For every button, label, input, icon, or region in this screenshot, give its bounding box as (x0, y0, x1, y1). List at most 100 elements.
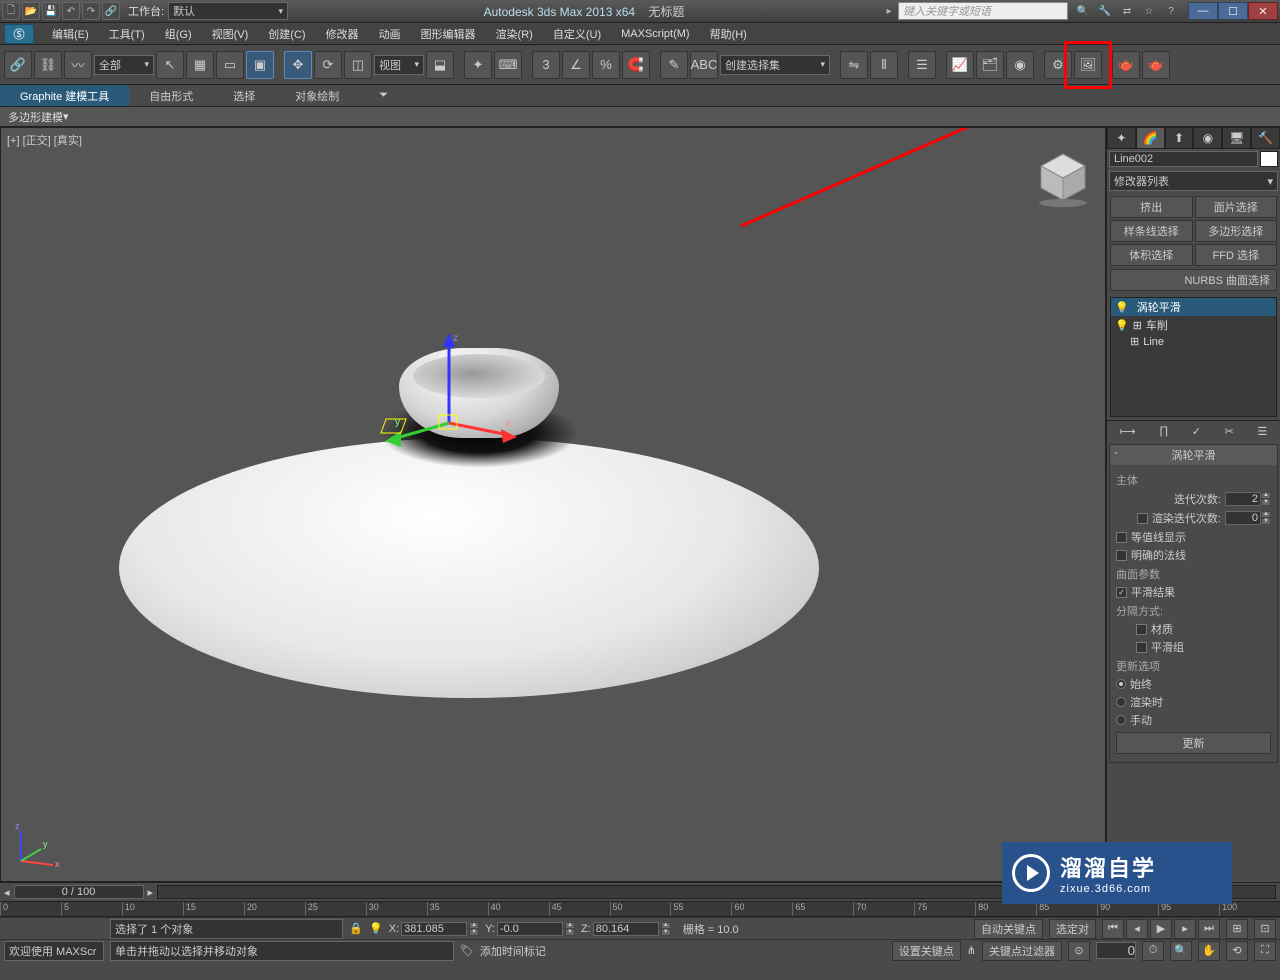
app-menu-button[interactable]: Ⓢ (4, 24, 34, 44)
link-icon[interactable]: 🔗 (102, 2, 120, 20)
key-mode-icon[interactable]: ⊙ (1068, 941, 1090, 961)
key-filters-icon[interactable]: ⋔ (967, 944, 976, 957)
coord-x-input[interactable] (401, 922, 467, 936)
exchange-icon[interactable]: ⇄ (1118, 2, 1136, 20)
remove-mod-icon[interactable]: ✂ (1225, 425, 1234, 438)
manipulate-icon[interactable]: ✦ (464, 51, 492, 79)
redo-icon[interactable]: ↷ (82, 2, 100, 20)
sel-btn-volume[interactable]: 体积选择 (1110, 244, 1193, 266)
minimize-button[interactable]: — (1188, 2, 1218, 20)
goto-start-icon[interactable]: ⏮ (1102, 919, 1124, 939)
menu-group[interactable]: 组(G) (155, 26, 202, 42)
viewcube[interactable] (1033, 148, 1093, 208)
sel-btn-poly[interactable]: 多边形选择 (1195, 220, 1278, 242)
prev-frame-icon[interactable]: ◂ (1126, 919, 1148, 939)
time-config-icon[interactable]: ⏱ (1142, 941, 1164, 961)
timeline-next-icon[interactable]: ▸ (148, 886, 154, 899)
ribbon-tab-graphite[interactable]: Graphite 建模工具 (0, 85, 129, 106)
menu-create[interactable]: 创建(C) (258, 26, 315, 42)
render-setup-icon[interactable]: ⚙ (1044, 51, 1072, 79)
select-icon[interactable]: ↖ (156, 51, 184, 79)
selected-dropdown[interactable]: 选定对 (1049, 919, 1096, 939)
menu-help[interactable]: 帮助(H) (700, 26, 757, 42)
arrow-icon[interactable]: ▸ (880, 2, 898, 20)
named-sel-icon[interactable]: ABC (690, 51, 718, 79)
show-result-icon[interactable]: ∏ (1159, 425, 1168, 438)
bind-spacewarp-icon[interactable]: 〰 (64, 51, 92, 79)
rollout-header[interactable]: -涡轮平滑 (1110, 445, 1277, 465)
snap-toggle-icon[interactable]: 3 (532, 51, 560, 79)
sel-btn-nurbs[interactable]: NURBS 曲面选择 (1110, 269, 1277, 291)
orbit-icon[interactable]: ⟲ (1226, 941, 1248, 961)
window-crossing-icon[interactable]: ▣ (246, 51, 274, 79)
ribbon-expand-icon[interactable]: ⏷ (359, 85, 408, 106)
link-icon[interactable]: 🔗 (4, 51, 32, 79)
time-tag-icon[interactable]: 🏷 (460, 944, 474, 957)
rotate-icon[interactable]: ⟳ (314, 51, 342, 79)
move-icon[interactable]: ✥ (284, 51, 312, 79)
display-tab-icon[interactable]: 🖥 (1222, 127, 1251, 149)
add-time-tag[interactable]: 添加时间标记 (480, 943, 546, 959)
sel-btn-spline[interactable]: 样条线选择 (1110, 220, 1193, 242)
update-always-radio[interactable] (1116, 679, 1126, 689)
save-icon[interactable]: 💾 (42, 2, 60, 20)
help-icon[interactable]: ? (1162, 2, 1180, 20)
angle-snap-icon[interactable]: ∠ (562, 51, 590, 79)
menu-tools[interactable]: 工具(T) (99, 26, 155, 42)
update-manual-radio[interactable] (1116, 715, 1126, 725)
goto-end-icon[interactable]: ⏭ (1198, 919, 1220, 939)
pivot-icon[interactable]: ⬓ (426, 51, 454, 79)
sel-btn-extrude[interactable]: 挤出 (1110, 196, 1193, 218)
viewport-label[interactable]: [+] [正交] [真实] (7, 132, 82, 148)
utilities-tab-icon[interactable]: 🔨 (1251, 127, 1280, 149)
named-selection-dropdown[interactable]: 创建选择集 (720, 55, 830, 75)
render-iters-spinner[interactable]: ▲▼ (1225, 511, 1271, 525)
max-toggle-icon[interactable]: ⛶ (1254, 941, 1276, 961)
search-icon[interactable]: 🔍 (1074, 2, 1092, 20)
viewport-nav2-icon[interactable]: ⊡ (1254, 919, 1276, 939)
menu-animation[interactable]: 动画 (369, 26, 411, 42)
motion-tab-icon[interactable]: ◉ (1193, 127, 1222, 149)
maxscript-listener[interactable]: 欢迎使用 MAXScr (4, 941, 104, 961)
star-icon[interactable]: ☆ (1140, 2, 1158, 20)
render-production-icon[interactable]: 🫖 (1112, 51, 1140, 79)
new-icon[interactable]: 🗋 (2, 2, 20, 20)
hierarchy-tab-icon[interactable]: ⬆ (1165, 127, 1194, 149)
unlink-icon[interactable]: ⛓ (34, 51, 62, 79)
menu-edit[interactable]: 编辑(E) (42, 26, 99, 42)
set-key-button[interactable]: 设置关键点 (892, 941, 961, 961)
selection-filter-dropdown[interactable]: 全部 (94, 55, 154, 75)
mirror-icon[interactable]: ⇋ (840, 51, 868, 79)
ref-coord-dropdown[interactable]: 视图 (374, 55, 424, 75)
auto-key-button[interactable]: 自动关键点 (974, 919, 1043, 939)
select-by-name-icon[interactable]: ▦ (186, 51, 214, 79)
select-region-icon[interactable]: ▭ (216, 51, 244, 79)
play-icon[interactable]: ▶ (1150, 919, 1172, 939)
menu-views[interactable]: 视图(V) (202, 26, 259, 42)
update-button[interactable]: 更新 (1116, 732, 1271, 754)
percent-snap-icon[interactable]: % (592, 51, 620, 79)
isoline-checkbox[interactable] (1116, 532, 1127, 543)
pin-stack-icon[interactable]: ⟼ (1120, 425, 1136, 438)
menu-modifiers[interactable]: 修改器 (316, 26, 369, 42)
timeline-prev-icon[interactable]: ◂ (4, 886, 10, 899)
lock-icon[interactable]: 🔒 (349, 922, 363, 935)
sel-btn-ffd[interactable]: FFD 选择 (1195, 244, 1278, 266)
create-tab-icon[interactable]: ✦ (1107, 127, 1136, 149)
isolate-icon[interactable]: 💡 (369, 922, 383, 935)
viewport[interactable]: [+] [正交] [真实] z x y (0, 127, 1106, 882)
coord-y-input[interactable] (497, 922, 563, 936)
render-iterative-icon[interactable]: 🫖 (1142, 51, 1170, 79)
current-frame-input[interactable] (1096, 942, 1136, 959)
configure-icon[interactable]: ☰ (1257, 425, 1267, 438)
menu-customize[interactable]: 自定义(U) (543, 26, 611, 42)
update-render-radio[interactable] (1116, 697, 1126, 707)
next-frame-icon[interactable]: ▸ (1174, 919, 1196, 939)
materials-checkbox[interactable] (1136, 624, 1147, 635)
menu-graph-editors[interactable]: 图形编辑器 (411, 26, 486, 42)
coord-z-input[interactable] (593, 922, 659, 936)
key-icon[interactable]: 🔧 (1096, 2, 1114, 20)
edit-selection-set-icon[interactable]: ✎ (660, 51, 688, 79)
schematic-view-icon[interactable]: 🗂 (976, 51, 1004, 79)
scale-icon[interactable]: ◫ (344, 51, 372, 79)
